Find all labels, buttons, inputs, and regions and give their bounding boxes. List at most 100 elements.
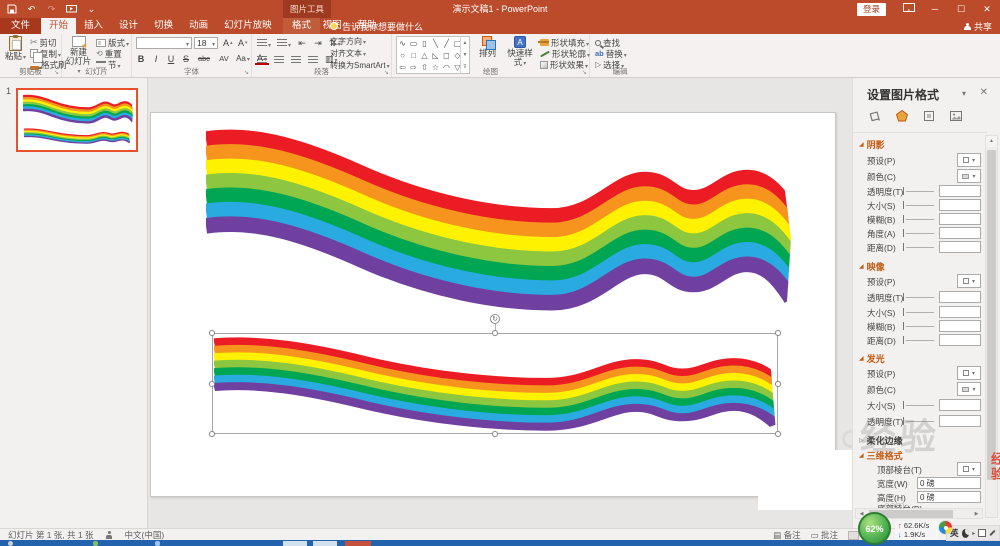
reflection-transparency-slider[interactable] [903,293,904,301]
handle-s[interactable] [492,431,498,437]
glow-preset-button[interactable] [957,366,981,380]
glow-size-slider[interactable] [903,401,904,409]
windows-taskbar[interactable] [0,540,1000,546]
align-left-button[interactable] [257,56,267,64]
align-text-button[interactable]: 对齐文本 [330,48,366,59]
taskbar-powerpoint[interactable] [345,541,371,546]
shadow-size-slider[interactable] [903,201,904,209]
selection-box[interactable]: ↻ [212,333,778,434]
taskbar-app-1[interactable] [283,541,307,546]
tab-design[interactable]: 设计 [111,18,146,34]
bold-button[interactable]: B [136,54,146,64]
effects-tab-icon[interactable] [894,108,909,123]
close-button[interactable]: ✕ [974,0,1000,18]
drawing-dialog-launcher[interactable]: ↘ [582,69,587,76]
handle-n[interactable] [492,330,498,336]
shadow-distance-input[interactable] [939,241,981,253]
network-speed-widget[interactable]: ↑ 62.6K/s ↓ 1.9K/s [895,521,939,540]
fill-line-tab-icon[interactable] [867,108,882,123]
rotate-handle[interactable]: ↻ [490,314,500,324]
ribbon-display-options-icon[interactable] [896,0,922,18]
top-bevel-button[interactable] [957,462,981,476]
customize-qat-icon[interactable]: ⌄ [86,4,97,15]
change-case-button[interactable]: Aa [236,54,250,63]
shape-freeform-icon[interactable]: ∿ [397,39,408,48]
reflection-preset-button[interactable] [957,274,981,288]
glow-color-button[interactable] [957,382,981,396]
maximize-button[interactable]: ☐ [948,0,974,18]
handle-se[interactable] [775,431,781,437]
shadow-distance-slider[interactable] [903,243,904,251]
tab-transitions[interactable]: 切换 [146,18,181,34]
italic-button[interactable]: I [151,54,161,64]
glow-transparency-input[interactable] [939,415,981,427]
tellme-box[interactable]: 告诉我你想要做什么 [330,18,423,34]
tab-home[interactable]: 开始 [41,18,76,34]
tab-slideshow[interactable]: 幻灯片放映 [216,18,280,34]
shrink-font-button[interactable]: A▾ [236,37,248,48]
browser-ball-icon[interactable] [938,520,953,535]
shadow-preset-button[interactable] [957,153,981,167]
handle-e[interactable] [775,381,781,387]
grow-font-button[interactable]: A▴ [221,37,233,48]
shadow-transparency-input[interactable] [939,185,981,197]
reflection-size-slider[interactable] [903,308,904,316]
reflection-blur-slider[interactable] [903,322,904,330]
cut-button[interactable]: ✂剪切 [30,37,57,48]
rainbow-picture-large[interactable] [206,125,791,313]
shadow-color-button[interactable] [957,169,981,183]
shadow-blur-slider[interactable] [903,215,904,223]
reflection-distance-input[interactable] [939,334,981,346]
tray-frame-icon[interactable] [978,529,986,537]
slide-1-thumbnail[interactable] [16,88,138,152]
copy-button[interactable]: 复制 [30,48,61,59]
shape-triangle-icon[interactable]: △ [419,51,430,60]
align-right-button[interactable] [291,56,301,64]
accessibility-icon[interactable] [106,531,113,539]
tab-file[interactable]: 文件 [0,18,41,34]
tray-expand-icon[interactable]: ▸ [972,530,975,537]
shape-rtriangle-icon[interactable]: ◺ [430,51,441,60]
shape-rect-icon[interactable]: ▭ [408,39,419,48]
font-size-combo[interactable]: 18 [194,37,218,49]
shape-line2-icon[interactable]: ╱ [441,39,452,48]
shape-rect2-icon[interactable]: ▯ [419,39,430,48]
shape-fill-button[interactable]: 形状填充 [540,37,589,48]
pane-vertical-scrollbar[interactable]: ▲ [985,135,998,518]
justify-button[interactable] [308,56,318,64]
redo-icon[interactable]: ↷ [46,4,57,15]
reflection-blur-input[interactable] [939,320,981,332]
undo-icon[interactable]: ↶ [26,4,37,15]
shape-box-icon[interactable]: ◻ [441,51,452,60]
paragraph-dialog-launcher[interactable]: ↘ [384,69,389,76]
underline-button[interactable]: U [166,54,176,64]
shadow-angle-input[interactable] [939,227,981,239]
align-center-button[interactable] [274,56,284,64]
find-button[interactable]: 查找 [595,37,620,48]
section-soft-edges[interactable]: ▷柔化边缘 [859,434,903,446]
section-reflection[interactable]: ◢映像 [859,260,885,272]
shape-outline-button[interactable]: 形状轮廓 [540,48,590,59]
glow-size-input[interactable] [939,399,981,411]
section-glow[interactable]: ◢发光 [859,352,885,364]
bullets-button[interactable] [257,39,271,49]
slide[interactable]: ↻ [150,112,836,497]
pane-close-icon[interactable]: ✕ [980,87,988,98]
arrange-button[interactable]: 排列 [474,35,501,58]
increase-indent-button[interactable]: ⇥ [313,38,323,49]
bevel-width-input[interactable] [917,477,981,489]
glow-transparency-slider[interactable] [903,417,904,425]
shadow-size-input[interactable] [939,199,981,211]
minimize-button[interactable]: ─ [922,0,948,18]
reset-button[interactable]: ⟲重置 [96,48,122,59]
char-spacing-button[interactable]: AV [217,54,231,63]
clipboard-dialog-launcher[interactable]: ↘ [54,69,59,76]
moon-icon[interactable] [962,529,970,538]
reflection-size-input[interactable] [939,306,981,318]
decrease-indent-button[interactable]: ⇤ [297,38,307,49]
replace-button[interactable]: ab替换 [595,48,627,59]
signin-button[interactable]: 登录 [857,3,886,16]
handle-nw[interactable] [209,330,215,336]
save-icon[interactable] [6,4,17,15]
taskbar-app-2[interactable] [313,541,337,546]
